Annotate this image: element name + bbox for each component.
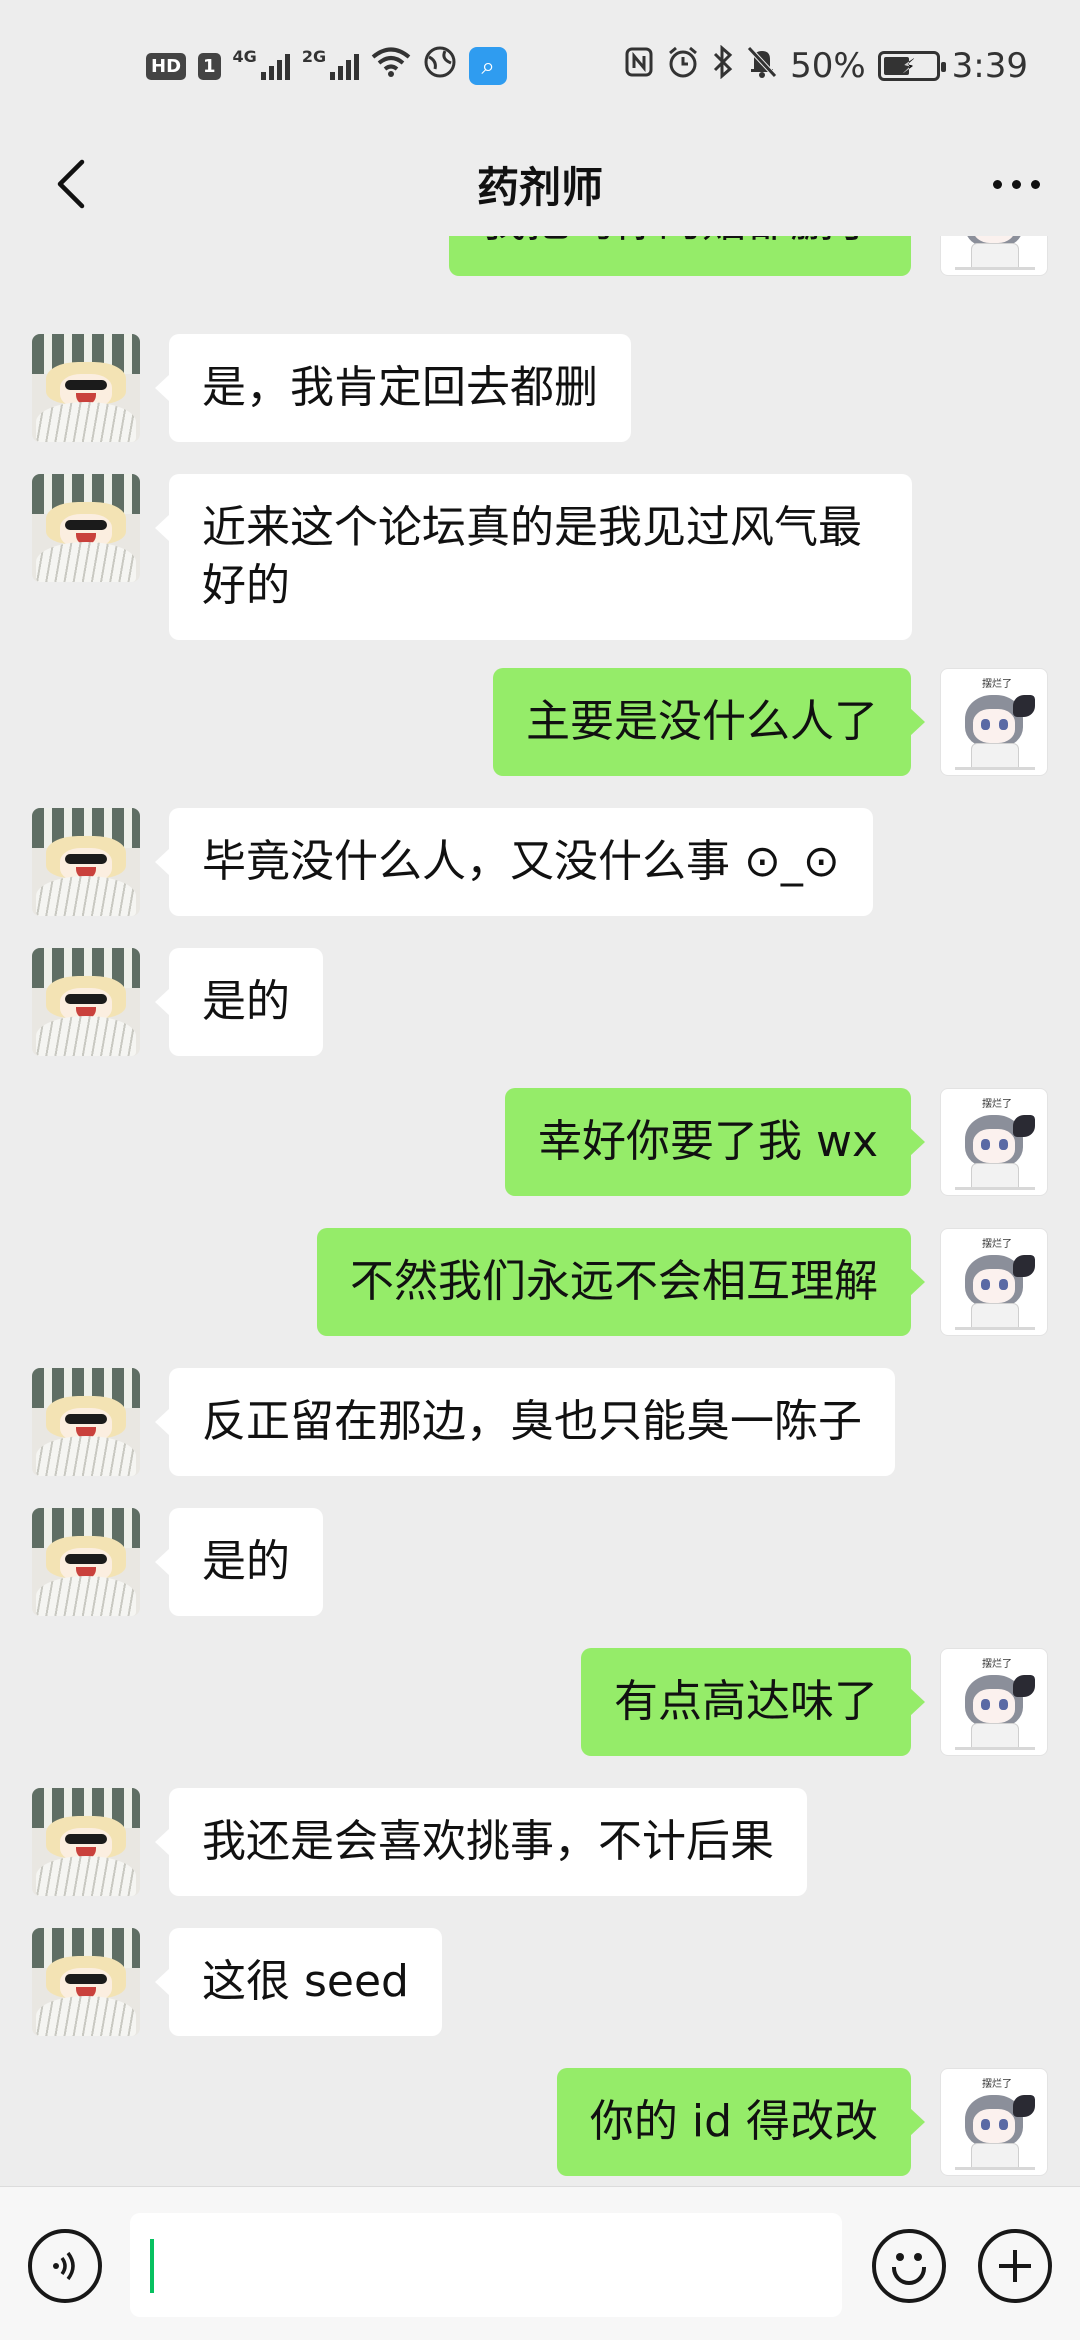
message-bubble-self[interactable]: 幸好你要了我 wx [504,1088,926,1196]
status-bar: HD 1 4G 2G ⌕ 50% ⚡ 3:39 [0,0,1080,132]
status-right: 50% ⚡ 3:39 [624,44,1028,88]
friend-avatar[interactable] [32,1788,140,1896]
sticker-caption: 摆烂了 [982,1099,1012,1110]
friend-avatar[interactable] [32,1368,140,1476]
self-avatar[interactable]: 摆烂了 [940,236,1048,276]
message-bubble-other[interactable]: 是的 [155,1508,323,1616]
wifi-icon [371,46,411,87]
sticker-caption: 摆烂了 [982,2079,1012,2090]
message-bubble-self[interactable]: 不然我们永远不会相互理解 [317,1228,925,1336]
hd-badge: HD [146,52,187,80]
sim-badge: 1 [198,52,221,80]
sticker-caption: 摆烂了 [982,1239,1012,1250]
message-bubble-other[interactable]: 毕竟没什么人，又没什么事 ⊙_⊙ [155,808,873,916]
friend-avatar[interactable] [32,1928,140,2036]
plus-icon[interactable] [978,2229,1052,2303]
message-bubble-other[interactable]: 我还是会喜欢挑事，不计后果 [155,1788,807,1896]
message-bubble-other[interactable]: 这很 seed [155,1928,442,2036]
self-avatar[interactable]: 摆烂了 [940,1228,1048,1336]
chat-screen: HD 1 4G 2G ⌕ 50% ⚡ 3:39 药剂师 是，我肯定回去都删 近来… [0,0,1080,2340]
more-icon[interactable] [980,148,1052,220]
sticker-caption: 摆烂了 [982,1659,1012,1670]
network-type-2: 2G [301,46,327,66]
nfc-icon [624,46,654,87]
message-bubble-other[interactable]: 是的 [155,948,323,1056]
friend-avatar[interactable] [32,808,140,916]
message-bubble-other[interactable]: 是，我肯定回去都删 [155,334,631,442]
search-app-icon: ⌕ [469,47,508,85]
chat-header: 药剂师 [0,132,1080,236]
alarm-icon [666,45,700,88]
back-icon[interactable] [36,148,108,220]
friend-avatar[interactable] [32,474,140,582]
signal-2-icon [330,52,360,80]
message-bubble-self[interactable]: 主要是没什么人了 [493,668,925,776]
bluetooth-icon [712,44,734,88]
text-caret [150,2239,154,2293]
message-bubble-other[interactable]: 近来这个论坛真的是我见过风气最好的 [155,474,912,640]
battery-icon: ⚡ [877,51,946,81]
battery-percent: 50% [790,46,866,86]
voice-icon[interactable] [28,2229,102,2303]
sticker-caption: 摆烂了 [982,679,1012,690]
emoji-icon[interactable] [872,2229,946,2303]
network-type-1: 4G [232,46,257,66]
signal-1-icon [260,52,290,80]
self-avatar[interactable]: 摆烂了 [940,668,1048,776]
friend-avatar[interactable] [32,334,140,442]
clock: 3:39 [951,46,1028,86]
friend-avatar[interactable] [32,1508,140,1616]
globe-icon [423,45,457,88]
message-bubble-self[interactable]: 有点高达味了 [581,1648,925,1756]
message-bubble-self[interactable]: 我把骂你的贴都删了 [449,236,911,276]
message-list[interactable]: 我把骂你的贴都删了 摆烂了 是，我肯定回去都删 近来这个论坛真的是我见过风气最好… [0,236,1080,2186]
input-bar [0,2186,1080,2340]
chat-title: 药剂师 [476,162,603,212]
message-bubble-self[interactable]: 你的 id 得改改 [556,2068,926,2176]
self-avatar[interactable]: 摆烂了 [940,2068,1048,2176]
mute-bell-icon [746,45,778,88]
status-left: HD 1 4G 2G ⌕ [146,45,508,88]
friend-avatar[interactable] [32,948,140,1056]
message-input[interactable] [130,2213,842,2317]
self-avatar[interactable]: 摆烂了 [940,1088,1048,1196]
self-avatar[interactable]: 摆烂了 [940,1648,1048,1756]
charging-bolt-icon: ⚡ [901,54,916,78]
message-bubble-other[interactable]: 反正留在那边，臭也只能臭一陈子 [155,1368,895,1476]
